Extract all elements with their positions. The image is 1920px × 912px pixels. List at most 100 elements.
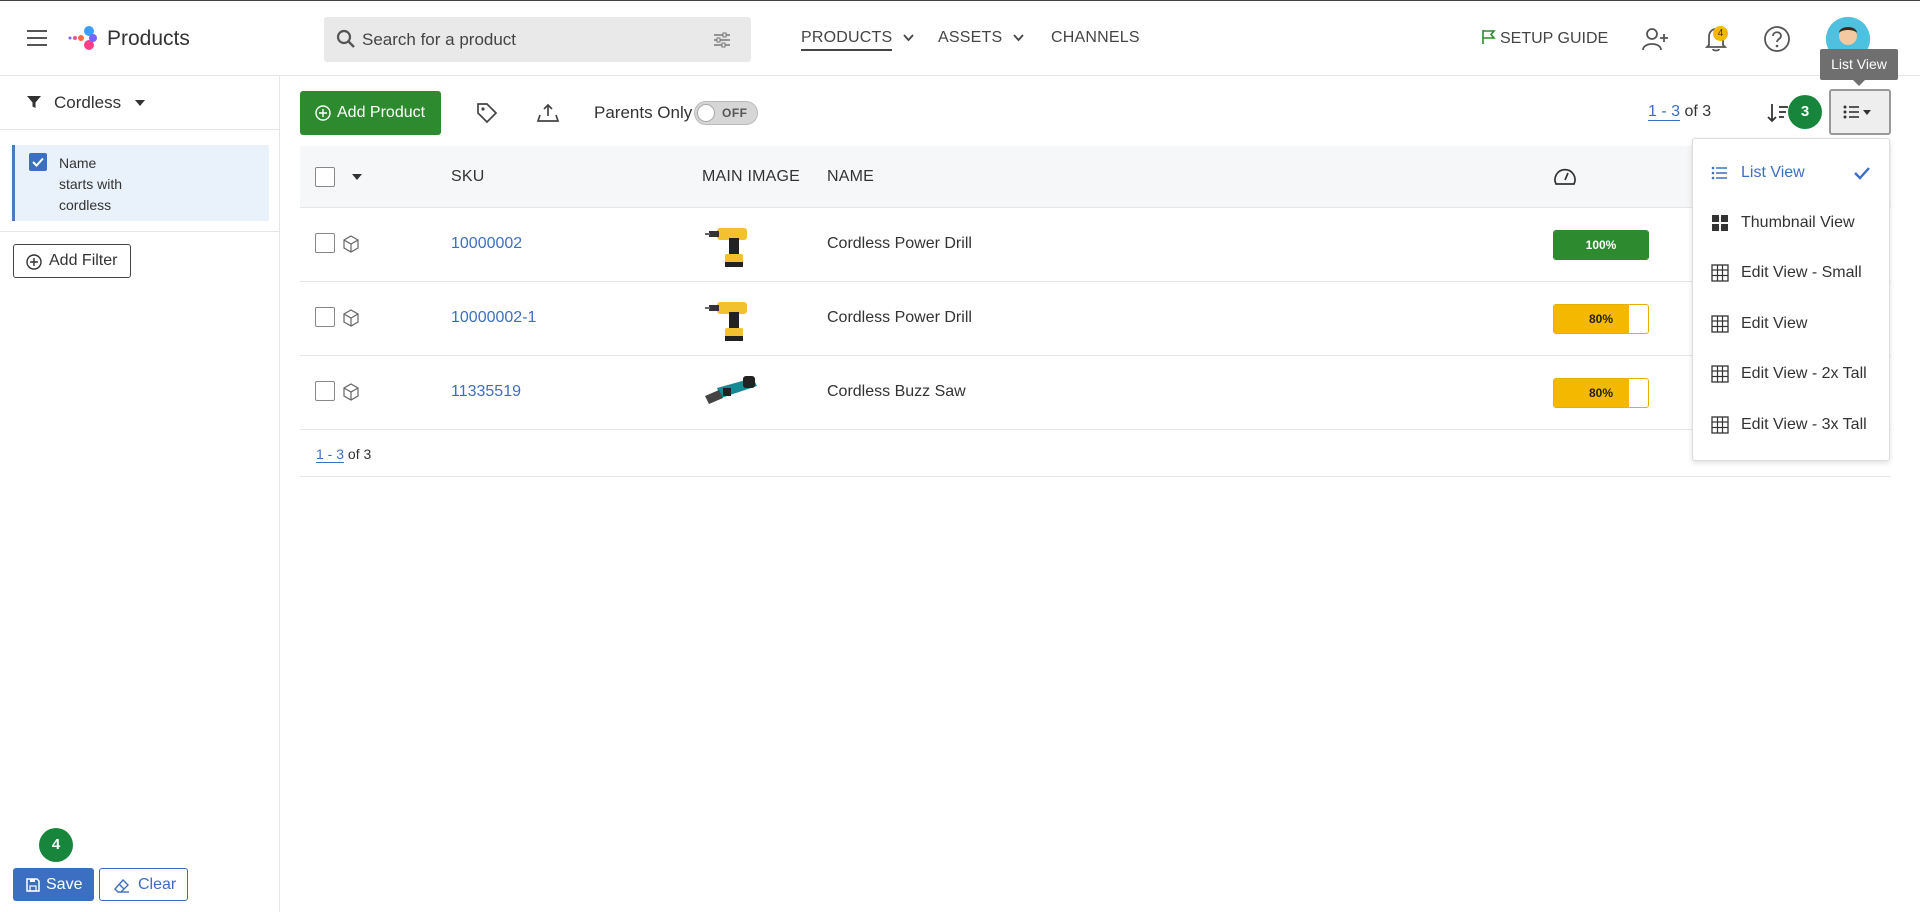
completeness-gauge-icon[interactable] bbox=[1553, 165, 1577, 187]
pager-range-link[interactable]: 1 - 3 bbox=[1648, 103, 1681, 121]
add-product-label: Add Product bbox=[337, 104, 426, 121]
setup-guide-link[interactable]: SETUP GUIDE bbox=[1481, 29, 1608, 48]
view-option-edit-3x-tall[interactable]: Edit View - 3x Tall bbox=[1693, 405, 1889, 445]
top-bar: Products PRODUCTS ASSETS CHANNELS SETUP … bbox=[0, 0, 1920, 76]
nav-assets[interactable]: ASSETS bbox=[938, 29, 1024, 47]
table-row[interactable]: 10000002-1 Cordless Power Drill 80% 2/ bbox=[300, 282, 1891, 356]
list-view-tooltip: List View bbox=[1820, 49, 1898, 86]
view-option-label: Edit View - 3x Tall bbox=[1741, 416, 1867, 433]
clear-filter-button[interactable]: Clear bbox=[99, 868, 188, 901]
view-option-list[interactable]: List View bbox=[1693, 153, 1889, 193]
view-option-edit-2x-tall[interactable]: Edit View - 2x Tall bbox=[1693, 354, 1889, 394]
filter-rule-value: cordless bbox=[59, 197, 112, 213]
app-title: Products bbox=[107, 27, 190, 50]
help-icon[interactable] bbox=[1763, 25, 1791, 53]
pagination-top: 1 - 3 of 3 bbox=[1648, 103, 1711, 121]
flag-icon bbox=[1482, 30, 1496, 44]
caret-down-icon[interactable] bbox=[352, 174, 362, 181]
product-cube-icon bbox=[343, 235, 359, 253]
checkmark-icon bbox=[1854, 167, 1870, 180]
chevron-down-icon bbox=[1013, 34, 1024, 42]
filter-rule: Name starts with cordless bbox=[12, 145, 269, 221]
drill-image[interactable] bbox=[703, 292, 759, 346]
add-filter-label: Add Filter bbox=[49, 252, 118, 269]
sort-icon[interactable] bbox=[1766, 101, 1790, 125]
view-option-thumbnail[interactable]: Thumbnail View bbox=[1693, 203, 1889, 243]
table-row[interactable]: 11335519 Cordless Buzz Saw 80% 9/ bbox=[300, 356, 1891, 430]
pager-total: of 3 bbox=[1684, 103, 1712, 120]
saved-filter-dropdown[interactable]: Cordless bbox=[26, 93, 146, 113]
grid-footer-divider bbox=[300, 476, 1891, 477]
nav-products-label: PRODUCTS bbox=[801, 29, 893, 51]
column-sku[interactable]: SKU bbox=[451, 168, 485, 186]
tag-icon[interactable] bbox=[475, 101, 499, 125]
plus-circle-icon bbox=[26, 254, 42, 270]
add-product-button[interactable]: Add Product bbox=[300, 91, 441, 135]
view-switcher-button[interactable] bbox=[1829, 89, 1891, 135]
grid-icon bbox=[1711, 315, 1729, 333]
product-cube-icon bbox=[343, 309, 359, 327]
completeness-label: 80% bbox=[1588, 386, 1614, 400]
row-sku-link[interactable]: 10000002-1 bbox=[451, 309, 536, 327]
row-checkbox[interactable] bbox=[315, 381, 335, 401]
row-sku-link[interactable]: 10000002 bbox=[451, 235, 522, 253]
nav-channels[interactable]: CHANNELS bbox=[1051, 29, 1140, 47]
drill-image[interactable] bbox=[703, 218, 759, 272]
row-name: Cordless Power Drill bbox=[827, 235, 972, 252]
table-row[interactable]: 10000002 Cordless Power Drill 100% 2/ bbox=[300, 208, 1891, 282]
save-filter-button[interactable]: Save bbox=[13, 868, 94, 901]
parents-only-toggle[interactable]: OFF bbox=[694, 101, 758, 125]
step-badge-4: 4 bbox=[39, 828, 73, 862]
plus-circle-icon bbox=[315, 105, 331, 121]
search-input[interactable] bbox=[362, 25, 702, 54]
view-option-edit-small[interactable]: Edit View - Small bbox=[1693, 253, 1889, 293]
row-name: Cordless Power Drill bbox=[827, 309, 972, 326]
filter-icon bbox=[27, 96, 41, 108]
grid-icon bbox=[1711, 416, 1729, 434]
filter-rule-field: Name bbox=[59, 155, 97, 171]
nav-products[interactable]: PRODUCTS bbox=[801, 29, 914, 51]
add-user-icon[interactable] bbox=[1641, 25, 1669, 53]
setup-guide-label: SETUP GUIDE bbox=[1500, 30, 1609, 47]
save-label: Save bbox=[46, 875, 83, 893]
toggle-knob bbox=[697, 104, 715, 122]
view-option-edit[interactable]: Edit View bbox=[1693, 304, 1889, 344]
pager-range-link[interactable]: 1 - 3 bbox=[316, 446, 345, 463]
check-icon bbox=[32, 157, 44, 167]
nav-assets-label: ASSETS bbox=[938, 29, 1003, 46]
thumbnail-icon bbox=[1712, 215, 1728, 231]
search-bar bbox=[324, 17, 751, 62]
column-main-image[interactable]: MAIN IMAGE bbox=[702, 168, 800, 186]
view-option-label: List View bbox=[1741, 164, 1805, 181]
upload-icon[interactable] bbox=[536, 101, 560, 125]
hamburger-menu-icon[interactable] bbox=[26, 27, 48, 49]
row-checkbox[interactable] bbox=[315, 307, 335, 327]
nav-channels-label: CHANNELS bbox=[1051, 29, 1140, 46]
search-filter-icon[interactable] bbox=[712, 30, 732, 50]
row-sku-link[interactable]: 11335519 bbox=[451, 383, 521, 401]
toggle-state-label: OFF bbox=[722, 106, 748, 120]
saw-image[interactable] bbox=[703, 366, 759, 420]
filter-rule-checkbox[interactable] bbox=[29, 153, 47, 171]
completeness-bar: 80% bbox=[1553, 304, 1649, 334]
pager-total: of 3 bbox=[347, 446, 372, 462]
sidebar-divider bbox=[0, 231, 280, 232]
view-option-label: Thumbnail View bbox=[1741, 214, 1855, 231]
view-option-label: Edit View - 2x Tall bbox=[1741, 365, 1867, 382]
notification-count-badge: 4 bbox=[1713, 26, 1728, 41]
list-view-icon bbox=[1843, 105, 1871, 119]
save-icon bbox=[26, 878, 40, 892]
select-all-checkbox[interactable] bbox=[315, 167, 335, 187]
completeness-label: 100% bbox=[1585, 238, 1617, 252]
filter-sidebar: Cordless Name starts with cordless Add F… bbox=[0, 76, 280, 912]
caret-down-icon bbox=[134, 100, 145, 106]
row-name: Cordless Buzz Saw bbox=[827, 383, 966, 400]
parents-only-label: Parents Only bbox=[594, 103, 693, 122]
view-option-label: Edit View - Small bbox=[1741, 264, 1862, 281]
product-cube-icon bbox=[343, 383, 359, 401]
column-name[interactable]: NAME bbox=[827, 168, 874, 186]
filter-rule-operator: starts with bbox=[59, 176, 123, 192]
view-menu: List View Thumbnail View Edit View - Sma… bbox=[1692, 138, 1890, 461]
row-checkbox[interactable] bbox=[315, 233, 335, 253]
add-filter-button[interactable]: Add Filter bbox=[13, 244, 131, 278]
